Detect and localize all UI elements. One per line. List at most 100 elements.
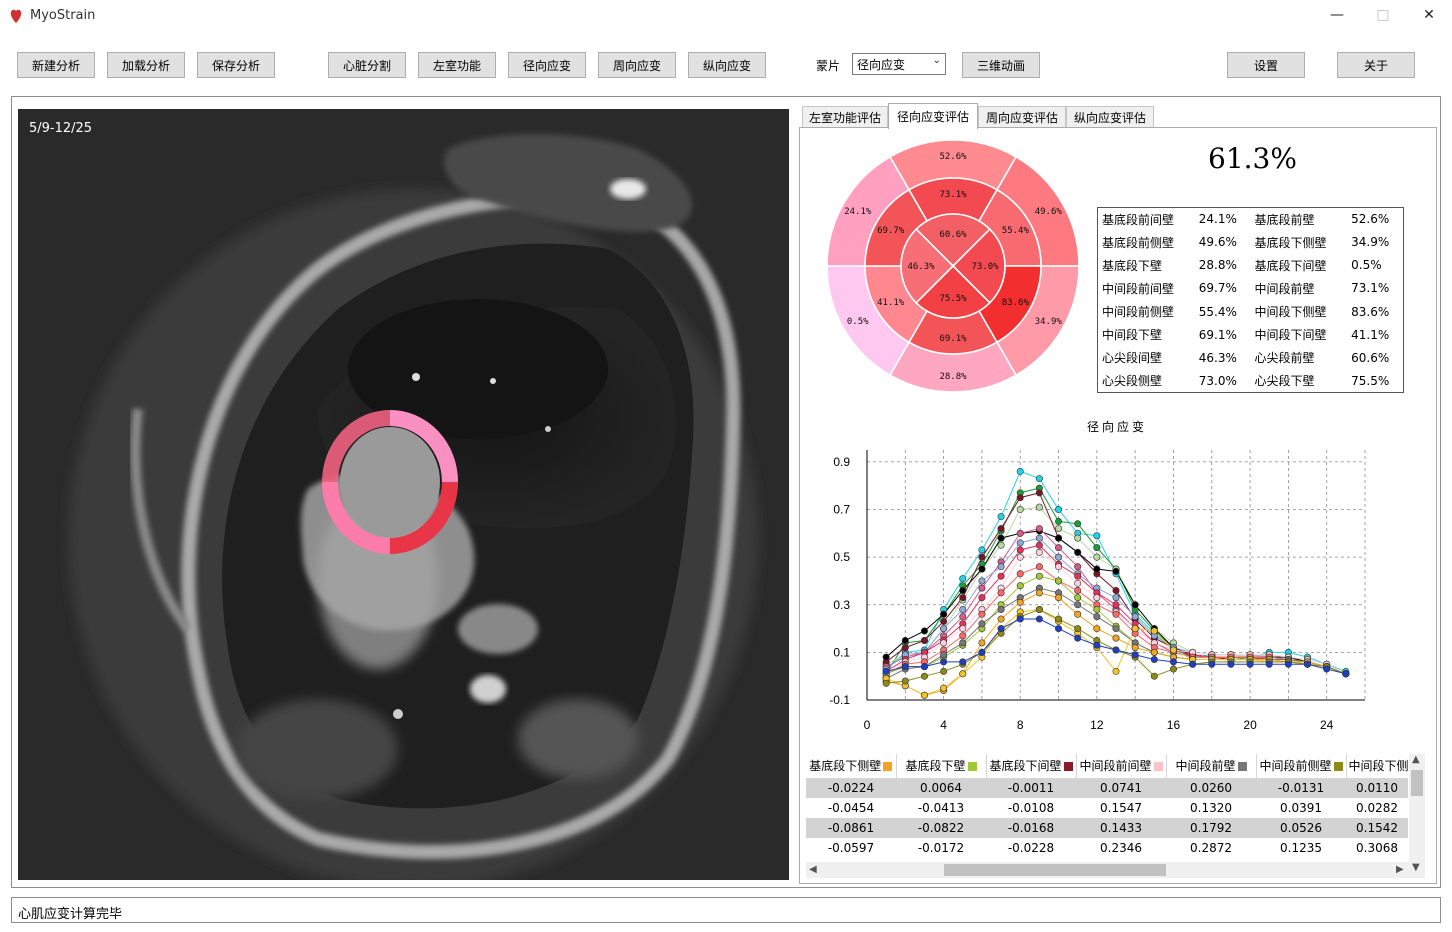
load-analysis-button[interactable]: 加载分析 [107,52,185,78]
grid-row[interactable]: -0.0597 -0.0172 -0.0228 0.2346 0.2872 0.1235 0… [806,838,1408,858]
data-point [1035,548,1043,556]
animation-3d-button[interactable]: 三维动画 [962,52,1040,78]
data-point [1055,577,1063,585]
tab-longitudinal-strain[interactable]: 纵向应变评估 [1066,106,1154,128]
segment-name: 基底段下间壁 [1254,258,1327,273]
data-point [1112,567,1120,575]
data-point [1074,586,1082,594]
grid-cell: -0.0131 [1256,778,1346,798]
overall-strain-value: 61.3% [1208,142,1297,175]
longitudinal-strain-button[interactable]: 纵向应变 [688,52,766,78]
data-point [1227,660,1235,668]
circumferential-strain-button[interactable]: 周向应变 [598,52,676,78]
scroll-right-icon[interactable]: ▶ [1396,864,1404,875]
data-point [1074,625,1082,633]
y-tick-label: 0.5 [833,550,850,564]
bullseye-label: 49.6% [1035,207,1063,217]
bullseye-label: 69.1% [939,334,967,344]
bullseye-label: 0.5% [847,317,869,327]
data-point [978,648,986,656]
grid-row[interactable]: -0.0454 -0.0413 -0.0108 0.1547 0.1320 0.0391 0… [806,798,1408,818]
grid-vertical-scrollbar[interactable]: ▲ ▼ [1409,754,1425,878]
data-point [997,572,1005,580]
data-point [1208,660,1216,668]
data-point [1055,625,1063,633]
data-point [1074,594,1082,602]
grid-vertical-scroll-thumb[interactable] [1411,770,1423,796]
minimize-button[interactable]: — [1314,0,1360,30]
overlay-select-value: 径向应变 [857,58,906,72]
data-point [1074,601,1082,609]
grid-horizontal-scroll-thumb[interactable] [944,864,1166,876]
segment-row: 基底段前间壁 24.1% 基底段前壁 52.6% [1098,208,1404,231]
grid-column-header[interactable]: 中间段前间壁 [1076,754,1167,779]
overlay-select[interactable]: 径向应变 ⌄ [852,53,946,75]
save-analysis-button[interactable]: 保存分析 [197,52,275,78]
scroll-up-icon[interactable]: ▲ [1412,754,1420,765]
grid-row[interactable]: -0.0861 -0.0822 -0.0168 0.1433 0.1792 0.0526 0… [806,818,1408,838]
grid-column-label: 基底段下壁 [905,759,966,774]
maximize-button[interactable]: □ [1360,0,1406,30]
bullseye-label: 52.6% [939,152,967,162]
mri-image-panel[interactable]: 5/9-12/25 [18,109,789,880]
data-point [1035,541,1043,549]
data-point [959,575,967,583]
data-point [901,663,909,671]
grid-column-header[interactable]: 基底段下壁 [896,754,987,779]
grid-column-header[interactable]: 基底段下间壁 [986,754,1077,779]
data-point [1055,553,1063,561]
close-button[interactable]: ✕ [1406,0,1452,30]
grid-column-header[interactable]: 中间段前侧壁 [1256,754,1347,779]
data-point [940,658,948,666]
bullseye-plot: 52.6% 49.6% 34.9% 28.8% 0.5% 24.1% 73.1% 55.4% 8… [826,139,1080,393]
heart-segmentation-button[interactable]: 心脏分割 [328,52,406,78]
data-point [1150,656,1158,664]
data-point [959,606,967,614]
segment-name: 心尖段下壁 [1254,374,1315,389]
grid-row[interactable]: -0.0224 0.0064 -0.0011 0.0741 0.0260 -0.0131 0… [806,778,1408,798]
series-line-9 [885,566,1347,675]
x-tick-label: 12 [1090,718,1104,732]
grid-cell: 0.1235 [1280,841,1322,855]
settings-button[interactable]: 设置 [1227,52,1305,78]
lv-function-button[interactable]: 左室功能 [418,52,496,78]
grid-horizontal-scrollbar[interactable]: ◀ ▶ [806,862,1409,878]
data-point [978,553,986,561]
grid-column-label: 中间段前侧壁 [1259,759,1332,774]
about-button[interactable]: 关于 [1337,52,1415,78]
tab-lv-function[interactable]: 左室功能评估 [802,106,888,128]
data-point [1074,548,1082,556]
tab-radial-strain[interactable]: 径向应变评估 [888,103,978,129]
segment-value: 73.1% [1351,281,1390,296]
series-color-swatch [1237,762,1247,772]
grid-column-label: 中间段前间壁 [1079,759,1152,774]
data-point [1093,641,1101,649]
new-analysis-button[interactable]: 新建分析 [17,52,95,78]
strain-data-grid[interactable]: 基底段下侧壁 基底段下壁 基底段下间壁 中间段前间壁 中间段前壁 中间段前侧壁 中间段下侧 … [806,754,1408,858]
radial-strain-button[interactable]: 径向应变 [508,52,586,78]
segment-row: 中间段前间壁 69.7% 中间段前壁 73.1% [1098,277,1404,300]
grid-column-label: 中间段下侧 [1348,759,1408,774]
scroll-down-icon[interactable]: ▼ [1412,862,1420,873]
grid-column-header[interactable]: 中间段下侧 [1346,754,1408,779]
grid-column-header[interactable]: 中间段前壁 [1166,754,1257,779]
grid-column-header[interactable]: 基底段下侧壁 [806,754,897,779]
data-point [940,684,948,692]
data-point [901,636,909,644]
data-point [1093,594,1101,602]
bullseye-label: 73.0% [971,262,999,272]
segment-name: 基底段下壁 [1102,258,1163,273]
data-point [901,644,909,652]
grid-cell: -0.0228 [1007,841,1055,855]
data-point [1055,615,1063,623]
data-point [978,610,986,618]
y-tick-label: 0.3 [833,598,850,612]
segment-name: 基底段前侧壁 [1102,235,1175,250]
tab-circumferential-strain[interactable]: 周向应变评估 [978,106,1066,128]
segment-value: 41.1% [1351,327,1390,342]
y-tick-label: 0.9 [833,455,850,469]
bullseye-label: 55.4% [1002,226,1030,236]
segment-value: 60.6% [1351,350,1390,365]
segment-value: 69.1% [1198,327,1237,342]
scroll-left-icon[interactable]: ◀ [809,864,817,875]
